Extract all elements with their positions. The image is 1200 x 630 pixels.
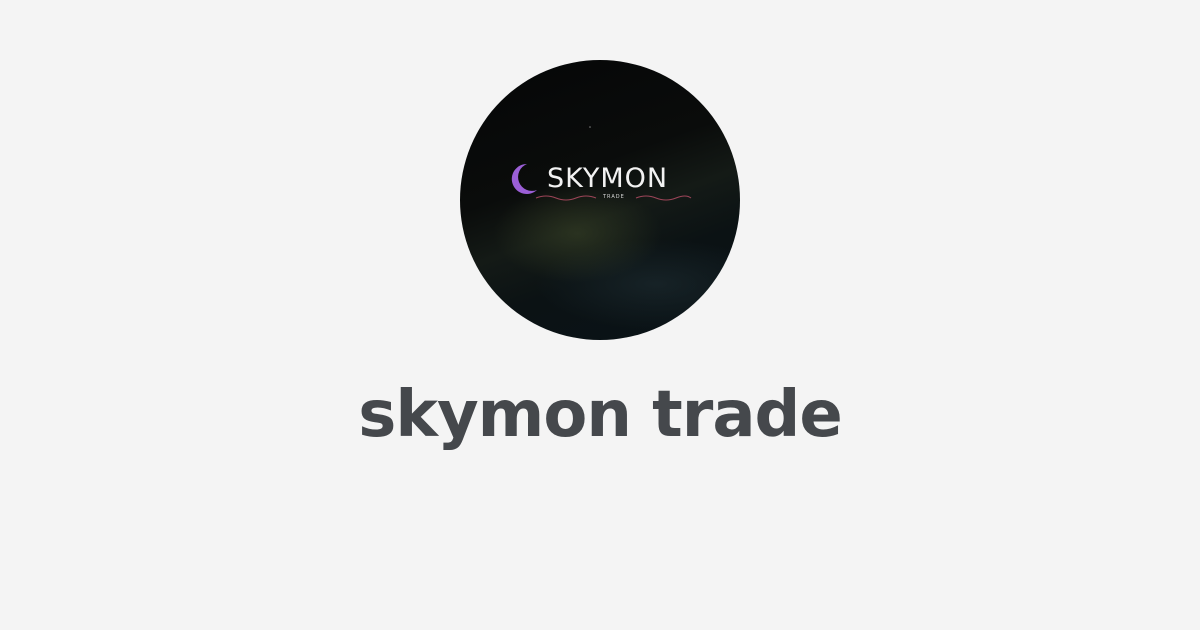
logo-text: SKYMON: [547, 163, 668, 194]
profile-avatar: SKYMON TRADE: [460, 60, 740, 340]
link-page-card: SKYMON TRADE skymon trade: [0, 0, 1200, 630]
profile-name: skymon trade: [358, 378, 842, 452]
crescent-moon-icon: [511, 163, 537, 194]
skymon-trade-logo: SKYMON TRADE: [511, 126, 692, 201]
logo-subtext: TRADE: [602, 194, 625, 200]
